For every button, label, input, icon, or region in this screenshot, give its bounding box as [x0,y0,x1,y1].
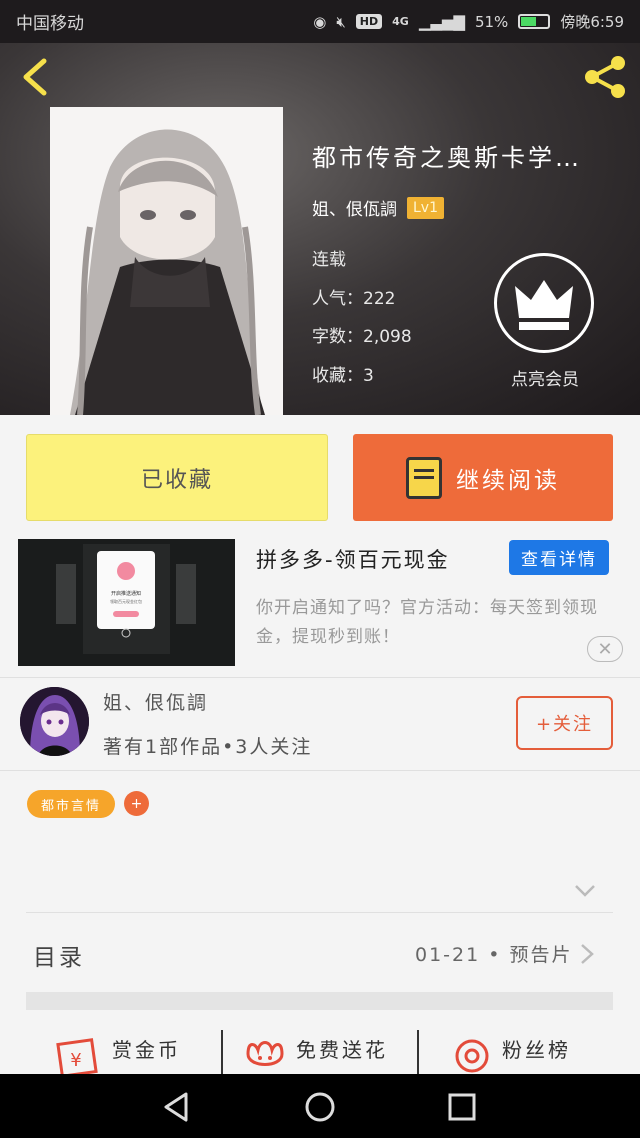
hd-badge: HD [355,14,383,29]
author-avatar[interactable] [20,687,89,756]
battery-icon [518,14,551,29]
ribbon-medal-icon [455,1039,489,1073]
toc-latest[interactable]: 01-21 • 预告片 [415,940,573,967]
crown-icon [515,280,573,330]
tab-separator [417,1030,419,1074]
divider [26,912,613,913]
clock: 傍晚6:59 [560,13,624,31]
tab-separator [221,1030,223,1074]
nav-home-icon[interactable] [303,1090,337,1124]
popularity-stat: 人气：222 [312,289,396,309]
ad-title[interactable]: 拼多多-领百元现金 [256,544,450,574]
divider [0,677,640,678]
vip-label[interactable]: 点亮会员 [493,365,597,390]
network-label: 4G [392,15,409,28]
ad-image[interactable]: 开启推送通知 领取百元现金红包 [18,539,235,666]
ad-popup-title: 开启推送通知 [111,590,141,597]
book-icon [406,456,442,499]
tab-fan-ranking[interactable]: 粉丝榜 [450,1020,571,1074]
favorites-stat: 收藏：3 [312,366,374,386]
ad-details-button[interactable]: 查看详情 [509,540,609,575]
bottom-action-tabs: ¥ 赏金币 免费送花 粉丝榜 [0,1020,640,1074]
carrier-label: 中国移动 [16,14,84,34]
continue-reading-button[interactable]: 继续阅读 [353,434,613,521]
book-author[interactable]: 姐、佷佤調 [312,195,397,220]
flower-icon [246,1041,284,1066]
battery-percent: 51% [474,12,509,31]
nav-back-icon[interactable] [160,1090,194,1124]
tab-reward-coins[interactable]: ¥ 赏金币 [56,1020,181,1074]
coin-envelope-icon: ¥ [56,1038,98,1074]
ad-description: 你开启通知了吗？官方活动：每天签到领现金，提现秒到账！ [256,598,598,647]
ad-popup-subtitle: 领取百元现金红包 [110,598,142,604]
tab-send-flowers[interactable]: 免费送花 [242,1020,388,1074]
chevron-down-icon[interactable] [574,884,596,898]
book-cover-image[interactable] [50,107,283,415]
level-badge: Lv1 [407,196,444,219]
add-tag-button[interactable]: + [124,791,149,816]
toc-title[interactable]: 目录 [33,938,85,972]
word-count-stat: 字数：2,098 [312,327,412,347]
tab-label: 粉丝榜 [502,1038,571,1062]
hotspot-icon: ◉ [313,12,327,31]
book-header: 都市传奇之奥斯卡学… 姐、佷佤調 Lv1 连载 人气：222 字数：2,098 … [0,43,640,415]
collected-button[interactable]: 已收藏 [26,434,328,521]
status-bar: 中国移动 ◉ 🔇︎ HD 4G ▁▃▅▇ 51% 傍晚6:59 [0,0,640,43]
ad-close-icon[interactable]: ✕ [587,636,623,662]
vip-crown-button[interactable] [494,253,594,353]
book-title: 都市传奇之奥斯卡学… [312,144,582,172]
continue-reading-label: 继续阅读 [456,467,560,494]
share-icon[interactable] [580,55,630,99]
nav-recents-icon[interactable] [445,1090,479,1124]
svg-text:¥: ¥ [70,1050,81,1071]
chevron-right-icon[interactable] [580,943,594,965]
tab-label: 免费送花 [296,1038,388,1062]
tab-label: 赏金币 [112,1038,181,1062]
mute-icon: 🔇︎ [336,12,346,31]
divider [0,770,640,771]
back-icon[interactable] [16,57,56,97]
serial-status: 连载 [312,250,346,270]
section-spacer [26,992,613,1010]
signal-icon: ▁▃▅▇ [418,12,465,31]
tag-chip[interactable]: 都市言情 [27,790,115,818]
follow-button[interactable]: +关注 [516,696,613,750]
system-nav-bar [0,1074,640,1138]
author-name[interactable]: 姐、佷佤調 [103,688,208,715]
author-stats: 著有1部作品•3人关注 [103,736,313,758]
